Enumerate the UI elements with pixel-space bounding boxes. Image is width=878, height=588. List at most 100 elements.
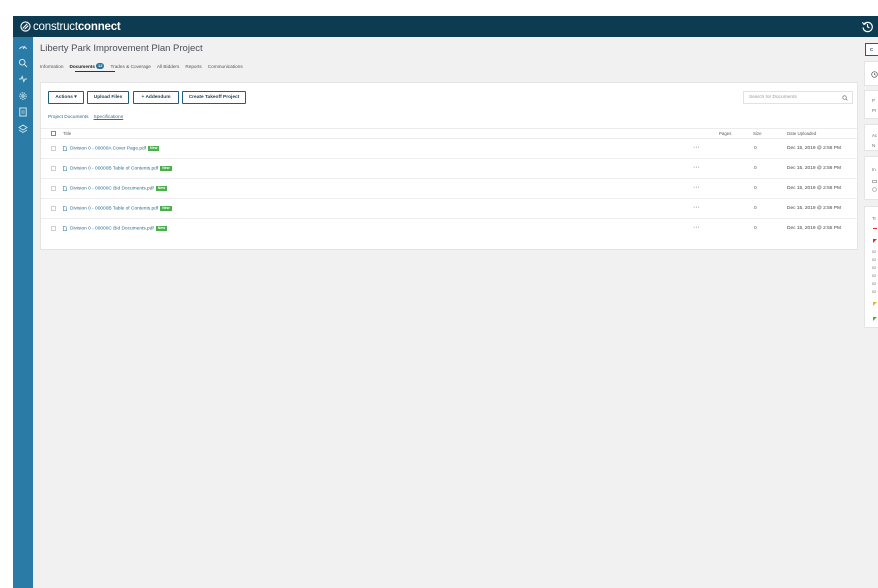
more-actions-icon[interactable]: ··· [693,184,700,191]
clock-icon [871,71,878,78]
document-size: 0 [754,206,757,211]
tab-all-bidders[interactable]: All Bidders [157,64,179,69]
documents-count-badge: 12 [95,63,105,69]
layers-icon[interactable] [18,124,28,134]
right-panel-links-card: In [864,156,878,200]
column-size[interactable]: Size [753,131,762,136]
actions-dropdown-button[interactable]: Actions ▾ [48,91,84,104]
more-actions-icon[interactable]: ··· [693,144,700,151]
document-size: 0 [754,226,757,231]
printer-icon[interactable] [872,179,877,184]
red-flag-icon [873,239,877,243]
tab-label: Trades & Coverage [110,63,151,69]
more-actions-icon[interactable]: ··· [693,204,700,211]
table-row: Division 0 - 00000B Table of Contents.pd… [41,159,859,179]
tab-communications[interactable]: Communications [208,64,243,69]
more-actions-icon[interactable]: ··· [693,164,700,171]
documents-card: Actions ▾ Upload Files + Addendum Create… [40,82,859,250]
create-takeoff-project-button[interactable]: Create Takeoff Project [182,91,246,104]
document-link[interactable]: Division 0 - 00000B Table of Contents.pd… [70,206,172,212]
app-window: construct connect Liberty Park Improveme… [13,16,878,588]
more-actions-icon[interactable]: ··· [693,224,700,231]
tab-label: Reports [185,63,202,69]
link-icon[interactable] [872,187,877,192]
select-all-checkbox[interactable] [51,131,56,136]
new-badge: New [155,186,168,191]
add-addendum-button[interactable]: + Addendum [133,91,179,104]
page-title: Liberty Park Improvement Plan Project [40,43,203,54]
panel-fragment: In [872,167,876,172]
table-row: Division 0 - 00000C Bid Documents.pdf New… [41,219,859,239]
panel-fragment: Pr [872,108,877,113]
file-icon [63,166,67,171]
document-title: Division 0 - 00000A Cover Page.pdf [70,146,146,152]
document-size: 0 [754,166,757,171]
document-date: Dec 15, 2019 @ 2:56 PM [787,146,841,151]
file-icon [63,206,67,211]
row-checkbox[interactable] [51,226,56,231]
active-tab-indicator [75,71,115,72]
document-link[interactable]: Division 0 - 00000A Cover Page.pdf New [70,146,160,152]
search-nav-icon[interactable] [18,58,28,68]
row-checkbox[interactable] [51,206,56,211]
right-panel-clock-card [864,61,878,86]
right-panel-button[interactable]: C [865,43,878,56]
document-date: Dec 15, 2019 @ 2:56 PM [787,186,841,191]
column-title[interactable]: Title [63,131,71,136]
column-pages[interactable]: Pages [719,131,731,136]
panel-fragment: 02 [872,290,877,294]
panel-fragment: 02 [872,266,877,270]
document-nav-icon[interactable] [18,107,28,117]
document-date: Dec 15, 2019 @ 2:55 PM [787,226,841,231]
document-title: Division 0 - 00000C Bid Documents.pdf [70,186,154,192]
search-icon[interactable] [842,95,848,101]
search-input[interactable] [744,92,840,103]
project-tabs: Information Documents 12 Trades & Coverag… [40,63,249,69]
panel-fragment: Tr [872,216,876,221]
file-icon [63,226,67,231]
column-date-uploaded[interactable]: Date Uploaded [787,131,816,136]
file-icon [63,146,67,151]
panel-fragment: 02 [872,258,877,262]
brand-logo[interactable]: construct connect [20,19,121,34]
right-panel-button-label: C [870,47,874,52]
green-flag-icon [873,317,877,321]
panel-fragment: 02 [872,274,877,278]
tab-information[interactable]: Information [40,64,63,69]
document-title: Division 0 - 00000B Table of Contents.pd… [70,206,159,212]
row-checkbox[interactable] [51,166,56,171]
activity-icon[interactable] [18,74,28,84]
panel-fragment: P [872,98,875,103]
red-status-mark [873,228,877,229]
table-row: Division 0 - 00000C Bid Documents.pdf New… [41,179,859,199]
tab-reports[interactable]: Reports [185,64,201,69]
subnav-specifications[interactable]: Specifications [94,115,124,120]
table-header: Title Pages Size Date Uploaded [41,128,859,139]
top-bar: construct connect [13,16,878,37]
document-title: Division 0 - 00000C Bid Documents.pdf [70,226,154,232]
brand-name-light: construct [33,20,78,33]
tab-documents[interactable]: Documents 12 [69,63,105,69]
upload-files-button[interactable]: Upload Files [87,91,129,104]
row-checkbox[interactable] [51,186,56,191]
dashboard-icon[interactable] [18,42,28,52]
document-search [743,91,853,104]
panel-fragment: Ac [872,133,878,138]
table-row: Division 0 - 00000B Table of Contents.pd… [41,199,859,219]
document-link[interactable]: Division 0 - 00000C Bid Documents.pdf New [70,186,168,192]
tab-label: Documents [69,63,95,69]
new-badge: New [148,146,160,151]
new-badge: New [160,206,172,211]
document-link[interactable]: Division 0 - 00000B Table of Contents.pd… [70,166,172,172]
tab-label: All Bidders [156,63,180,69]
row-checkbox[interactable] [51,146,56,151]
document-link[interactable]: Division 0 - 00000C Bid Documents.pdf New [70,226,168,232]
document-size: 0 [754,186,757,191]
left-nav-rail [13,37,33,588]
right-panel-info-card: P Pr [864,90,878,119]
settings-icon[interactable] [18,91,28,101]
history-icon[interactable] [861,20,874,33]
tab-trades-coverage[interactable]: Trades & Coverage [110,64,150,69]
right-panel-tracking-card: Tr 02 02 02 02 02 02 [864,206,878,328]
subnav-project-documents[interactable]: Project Documents [48,115,89,120]
